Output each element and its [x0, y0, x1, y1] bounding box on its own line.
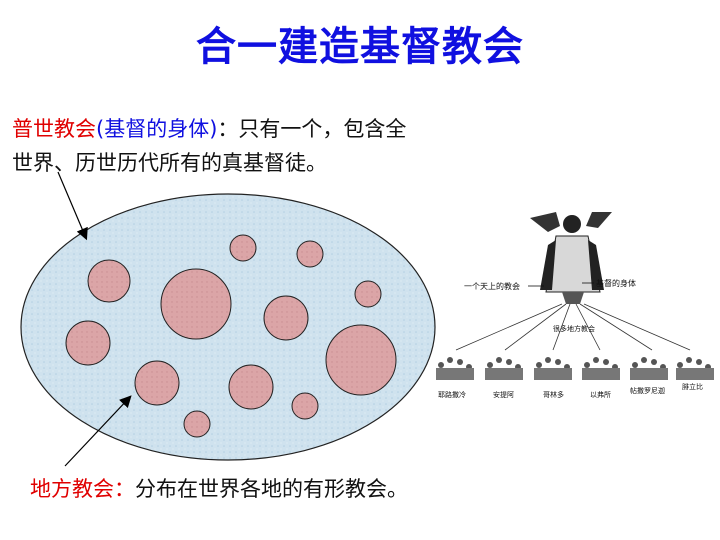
local-church-circle	[229, 234, 257, 262]
church-diagram: 一个天上的教会 基督的身体 很多地方教会 耶路撒冷 安提阿 哥林多 以弗所 帖撒…	[20, 171, 714, 467]
local-church-term: 地方教会：	[30, 477, 135, 501]
local-church-circle	[134, 360, 180, 406]
local-church-circle	[325, 324, 397, 396]
city-label: 帖撒罗尼迦	[630, 386, 665, 395]
local-church-circle	[228, 364, 274, 410]
christ-figure-icon	[530, 212, 612, 304]
local-church-circle	[296, 240, 324, 268]
local-church-circle	[65, 320, 111, 366]
local-church-desc: 分布在世界各地的有形教会。	[135, 477, 408, 501]
universal-arrow	[57, 171, 88, 241]
people-group-icon	[582, 357, 620, 380]
city-label: 安提阿	[493, 390, 514, 399]
local-church-circle	[263, 295, 309, 341]
people-group-icon	[676, 357, 714, 380]
people-group-icon	[534, 357, 572, 380]
city-label: 哥林多	[543, 390, 564, 399]
local-church-circle	[354, 280, 382, 308]
local-church-definition: 地方教会：分布在世界各地的有形教会。	[30, 473, 408, 503]
local-church-circle	[183, 410, 211, 438]
local-church-circle	[87, 259, 131, 303]
label-body-of-christ: 基督的身体	[596, 278, 636, 288]
local-church-groups	[436, 357, 714, 380]
city-label: 耶路撒冷	[438, 390, 466, 399]
city-label: 以弗所	[590, 390, 611, 399]
christ-body-illustration: 一个天上的教会 基督的身体 很多地方教会 耶路撒冷 安提阿 哥林多 以弗所 帖撒…	[436, 212, 714, 399]
city-label: 腓立比	[682, 382, 703, 391]
people-group-icon	[630, 357, 668, 380]
local-church-circle	[160, 268, 232, 340]
label-heavenly-church: 一个天上的教会	[464, 281, 520, 291]
local-church-circle	[291, 392, 319, 420]
people-group-icon	[485, 357, 523, 380]
people-group-icon	[436, 357, 474, 380]
